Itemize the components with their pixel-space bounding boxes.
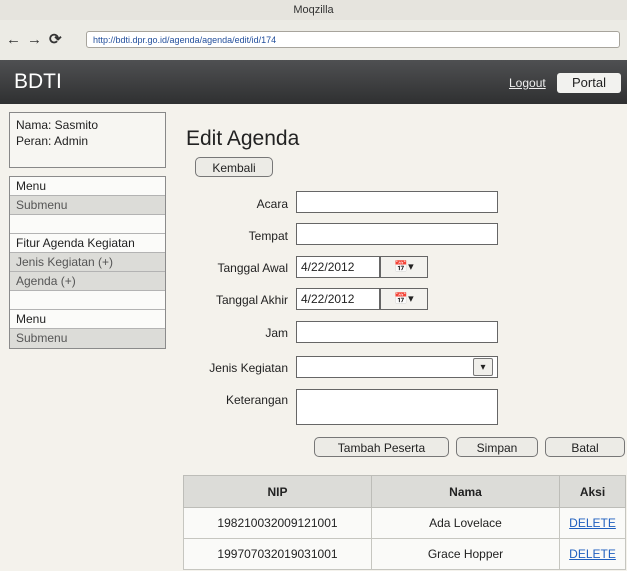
app-header: BDTI Logout Portal xyxy=(0,60,627,104)
back-button[interactable]: Kembali xyxy=(195,157,273,177)
nip-cell: 198210032009121001 xyxy=(183,507,372,539)
user-info: Nama: Sasmito Peran: Admin xyxy=(9,112,166,168)
sidebar-item-menu[interactable]: Menu xyxy=(10,310,165,329)
nama-cell: Ada Lovelace xyxy=(371,507,560,539)
keterangan-textarea[interactable] xyxy=(296,389,498,425)
portal-button[interactable]: Portal xyxy=(557,73,621,93)
col-nip: NIP xyxy=(183,475,372,508)
window-title: Moqzilla xyxy=(0,0,627,21)
tanggal-akhir-label: Tanggal Akhir xyxy=(215,293,288,307)
sidebar-spacer xyxy=(10,215,165,234)
jam-label: Jam xyxy=(265,326,288,340)
nama-cell: Grace Hopper xyxy=(371,538,560,570)
nip-cell: 199707032019031001 xyxy=(183,538,372,570)
acara-label: Acara xyxy=(256,197,288,211)
peserta-table: NIP Nama Aksi 198210032009121001 Ada Lov… xyxy=(183,475,626,570)
reload-icon[interactable]: ⟳ xyxy=(49,32,62,48)
tempat-input[interactable] xyxy=(296,223,498,245)
tanggal-akhir-input[interactable]: 4/22/2012 xyxy=(296,288,380,310)
sidebar-item-jenis-kegiatan[interactable]: Jenis Kegiatan (+) xyxy=(10,253,165,272)
browser-toolbar: ← → ⟳ http://bdti.dpr.go.id/agenda/agend… xyxy=(0,20,627,60)
table-row: 199707032019031001 Grace Hopper DELETE xyxy=(183,538,626,570)
app-brand: BDTI xyxy=(14,70,62,93)
address-bar[interactable]: http://bdti.dpr.go.id/agenda/agenda/edit… xyxy=(86,31,620,48)
calendar-icon[interactable]: 📅▾ xyxy=(380,256,428,278)
user-role: Peran: Admin xyxy=(16,134,89,148)
calendar-icon[interactable]: 📅▾ xyxy=(380,288,428,310)
delete-link[interactable]: DELETE xyxy=(569,516,616,530)
logout-link[interactable]: Logout xyxy=(509,76,546,90)
chevron-down-icon[interactable]: ▾ xyxy=(473,358,493,376)
table-row: 198210032009121001 Ada Lovelace DELETE xyxy=(183,507,626,539)
batal-button[interactable]: Batal xyxy=(545,437,625,457)
col-aksi: Aksi xyxy=(559,475,626,508)
back-arrow-icon[interactable]: ← xyxy=(6,32,21,48)
col-nama: Nama xyxy=(371,475,560,508)
sidebar-item-agenda[interactable]: Agenda (+) xyxy=(10,272,165,291)
sidebar-item-fitur-agenda-kegiatan[interactable]: Fitur Agenda Kegiatan xyxy=(10,234,165,253)
keterangan-label: Keterangan xyxy=(225,393,288,407)
sidebar-item-menu[interactable]: Menu xyxy=(10,177,165,196)
jenis-kegiatan-label: Jenis Kegiatan xyxy=(209,361,288,375)
tambah-peserta-button[interactable]: Tambah Peserta xyxy=(314,437,449,457)
tanggal-awal-label: Tanggal Awal xyxy=(217,261,289,275)
acara-input[interactable] xyxy=(296,191,498,213)
tanggal-awal-input[interactable]: 4/22/2012 xyxy=(296,256,380,278)
jenis-kegiatan-select[interactable] xyxy=(296,356,498,378)
delete-link[interactable]: DELETE xyxy=(569,547,616,561)
sidebar-item-submenu[interactable]: Submenu xyxy=(10,329,165,348)
aksi-cell: DELETE xyxy=(559,538,626,570)
page-title: Edit Agenda xyxy=(186,127,300,150)
aksi-cell: DELETE xyxy=(559,507,626,539)
simpan-button[interactable]: Simpan xyxy=(456,437,538,457)
sidebar-spacer xyxy=(10,291,165,310)
jam-input[interactable] xyxy=(296,321,498,343)
tempat-label: Tempat xyxy=(248,229,288,243)
forward-arrow-icon[interactable]: → xyxy=(27,32,42,48)
sidebar-item-submenu[interactable]: Submenu xyxy=(10,196,165,215)
user-name: Nama: Sasmito xyxy=(16,118,99,132)
sidebar-menu: Menu Submenu Fitur Agenda Kegiatan Jenis Ke… xyxy=(9,176,166,349)
